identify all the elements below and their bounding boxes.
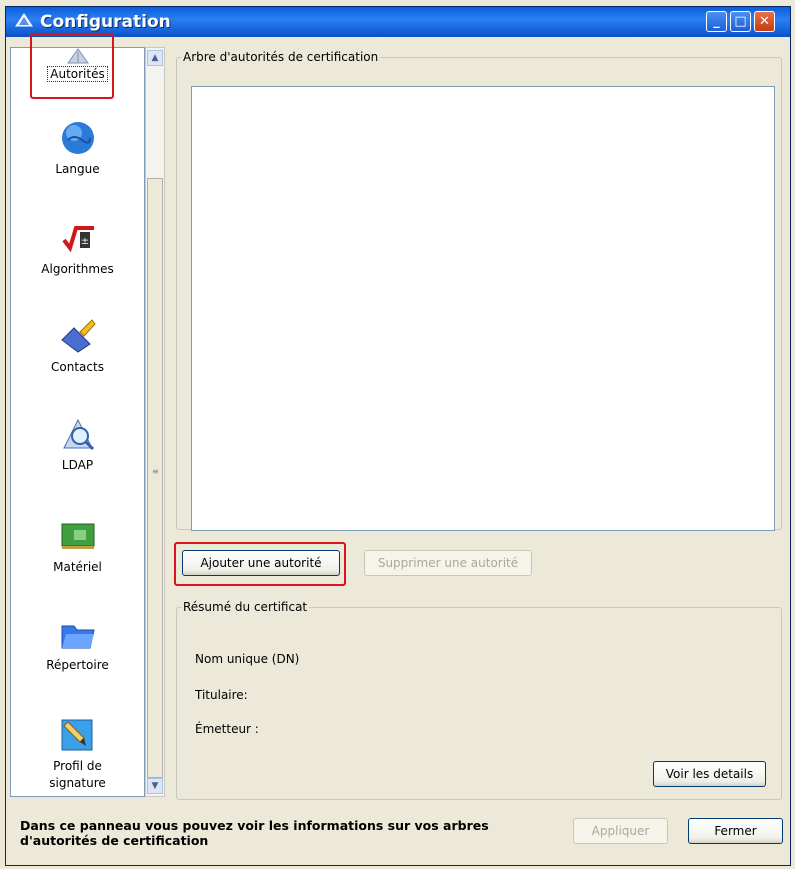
- authority-tree-group: Arbre d'autorités de certification: [176, 50, 782, 531]
- maximize-icon: □: [734, 14, 747, 29]
- maximize-button[interactable]: □: [730, 11, 751, 32]
- category-sidebar: Autorités Langue ± Algorithmes Contacts: [10, 47, 145, 797]
- sidebar-item-label: Langue: [55, 162, 100, 176]
- sidebar-item-profil-signature[interactable]: Profil de signature: [11, 716, 144, 792]
- sidebar-scrollbar[interactable]: ▲ ≡ ▼: [145, 47, 165, 797]
- scroll-thumb[interactable]: ≡: [147, 178, 163, 778]
- title-bar[interactable]: Configuration _ □ ✕: [6, 7, 790, 37]
- issuer-label: Émetteur :: [195, 722, 259, 736]
- contacts-icon: [60, 319, 96, 353]
- help-text: Dans ce panneau vous pouvez voir les inf…: [20, 818, 489, 848]
- sidebar-item-ldap[interactable]: LDAP: [11, 416, 144, 472]
- minimize-button[interactable]: _: [706, 11, 727, 32]
- close-dialog-button[interactable]: Fermer: [688, 818, 783, 844]
- authority-tree-legend: Arbre d'autorités de certification: [183, 50, 379, 64]
- dn-label: Nom unique (DN): [195, 652, 300, 666]
- sidebar-item-label: Matériel: [53, 560, 102, 574]
- highlight-autorites: [30, 33, 114, 99]
- close-icon: ✕: [759, 14, 770, 29]
- highlight-add-authority: [174, 542, 346, 586]
- certificate-summary-legend: Résumé du certificat: [183, 600, 308, 614]
- svg-text:±: ±: [80, 236, 88, 247]
- scroll-down-icon[interactable]: ▼: [147, 778, 163, 794]
- sidebar-item-materiel[interactable]: Matériel: [11, 518, 144, 574]
- sidebar-item-label: Contacts: [51, 360, 104, 374]
- scroll-up-icon[interactable]: ▲: [147, 50, 163, 66]
- sidebar-item-contacts[interactable]: Contacts: [11, 318, 144, 374]
- apply-button[interactable]: Appliquer: [573, 818, 668, 844]
- grip-icon: ≡: [152, 467, 159, 476]
- certificate-summary-group: Résumé du certificat Nom unique (DN) Tit…: [176, 600, 782, 800]
- folder-icon: [61, 625, 95, 649]
- globe-icon: [61, 122, 94, 154]
- close-button[interactable]: ✕: [754, 11, 775, 32]
- window-title: Configuration: [40, 12, 171, 32]
- sidebar-item-label: Profil de signature: [11, 758, 144, 792]
- sidebar-item-repertoire[interactable]: Répertoire: [11, 616, 144, 672]
- sidebar-item-label-line: Profil de: [53, 759, 102, 773]
- sidebar-item-label: Algorithmes: [41, 262, 114, 276]
- sidebar-item-label: LDAP: [61, 458, 94, 472]
- holder-label: Titulaire:: [195, 688, 248, 702]
- remove-authority-button[interactable]: Supprimer une autorité: [364, 550, 532, 576]
- signature-pen-icon: [61, 719, 92, 751]
- shield-app-icon: [15, 13, 33, 27]
- algorithm-icon: ±: [61, 226, 94, 253]
- hardware-card-icon: [61, 523, 94, 549]
- sidebar-item-algorithmes[interactable]: ± Algorithmes: [11, 220, 144, 276]
- view-details-button[interactable]: Voir les details: [653, 761, 766, 787]
- sidebar-item-langue[interactable]: Langue: [11, 120, 144, 176]
- sidebar-item-label: Répertoire: [46, 658, 109, 672]
- authority-tree-view[interactable]: [191, 86, 775, 531]
- sidebar-item-label-line: signature: [49, 776, 106, 790]
- ldap-icon: [62, 418, 94, 451]
- minimize-icon: _: [713, 14, 720, 29]
